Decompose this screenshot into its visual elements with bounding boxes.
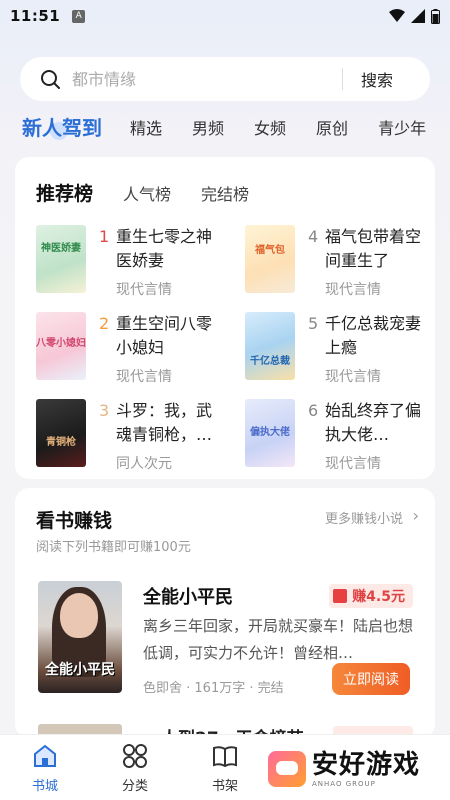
status-bar: 11:51 A <box>0 0 450 32</box>
rank-item[interactable]: 千亿总裁 5 千亿总裁宠妻上瘾 现代言情 <box>245 312 445 392</box>
tab-recommend-rank[interactable]: 推荐榜 <box>36 179 93 206</box>
status-time: 11:51 <box>10 7 61 25</box>
rank-number: 4 <box>308 227 319 246</box>
book-title: 重生空间八零小媳妇 <box>116 314 213 357</box>
ranking-tabs: 推荐榜 人气榜 完结榜 <box>15 157 435 206</box>
red-envelope-icon <box>333 589 348 603</box>
tab-popular-rank[interactable]: 人气榜 <box>123 181 171 205</box>
tab-original[interactable]: 原创 <box>316 115 348 139</box>
featured-book-cover[interactable]: 全能小平民 <box>38 581 122 693</box>
notification-icon: A <box>72 9 86 23</box>
book-cover: 福气包 <box>245 225 295 293</box>
battery-icon <box>431 8 440 24</box>
rank-item[interactable]: 福气包 4 福气包带着空间重生了 现代言情 <box>245 225 445 305</box>
book-cover: 偏执大佬 <box>245 399 295 467</box>
book-cover: 千亿总裁 <box>245 312 295 380</box>
nav-label: 书架 <box>211 779 238 794</box>
earn-title: 看书赚钱 <box>36 510 113 532</box>
more-earn-link[interactable]: 更多赚钱小说 <box>325 508 403 527</box>
tab-youth[interactable]: 青少年 <box>378 115 426 139</box>
ranking-card: 推荐榜 人气榜 完结榜 神医娇妻 1 重生七零之神医娇妻 现代言情 八零小媳妇 … <box>15 157 435 479</box>
tab-female[interactable]: 女频 <box>254 115 286 139</box>
rank-number: 1 <box>99 227 110 246</box>
book-genre: 现代言情 <box>116 369 172 385</box>
book-cover: 神医娇妻 <box>36 225 86 293</box>
rank-number: 6 <box>308 401 319 420</box>
cover-text: 青铜枪 <box>46 437 76 448</box>
tab-finished-rank[interactable]: 完结榜 <box>201 181 249 205</box>
book-title: 千亿总裁宠妻上瘾 <box>325 314 422 357</box>
book-title: 重生七零之神医娇妻 <box>116 227 213 270</box>
nav-category[interactable]: 分类 <box>105 743 165 794</box>
nav-label: 书城 <box>31 779 58 794</box>
book-genre: 现代言情 <box>325 282 381 298</box>
book-icon <box>213 746 237 768</box>
watermark-logo: 安好游戏 ANHAO GROUP <box>268 750 420 788</box>
cover-text: 千亿总裁 <box>250 356 290 367</box>
logo-text: 安好游戏 <box>312 750 421 780</box>
featured-book-title[interactable]: 全能小平民 <box>143 583 233 609</box>
book-genre: 现代言情 <box>325 456 381 472</box>
grid-icon <box>123 744 147 768</box>
book-genre: 现代言情 <box>325 369 381 385</box>
reward-badge: 赚4.5元 <box>329 584 413 608</box>
logo-subtext: ANHAO GROUP <box>312 780 376 788</box>
nav-label: 分类 <box>121 779 148 794</box>
book-title: 福气包带着空间重生了 <box>325 227 422 270</box>
earn-subtitle: 阅读下列书籍即可赚100元 <box>36 540 191 555</box>
tab-featured[interactable]: 精选 <box>130 115 162 139</box>
wifi-icon <box>389 9 405 22</box>
featured-book-description: 离乡三年回家，开局就买豪车！陆启也想低调，可实力不允许！曾经相… <box>143 617 414 662</box>
nav-bookstore[interactable]: 书城 <box>15 743 75 794</box>
rank-item[interactable]: 神医娇妻 1 重生七零之神医娇妻 现代言情 <box>36 225 236 305</box>
book-genre: 同人次元 <box>116 456 172 472</box>
cover-text: 偏执大佬 <box>250 427 290 438</box>
home-icon <box>34 744 56 767</box>
read-now-button[interactable]: 立即阅读 <box>332 663 410 695</box>
search-button[interactable]: 搜索 <box>343 67 411 91</box>
cover-text: 八零小媳妇 <box>36 338 86 349</box>
rank-item[interactable]: 八零小媳妇 2 重生空间八零小媳妇 现代言情 <box>36 312 236 392</box>
cover-text: 福气包 <box>255 245 285 256</box>
channel-tabs: 新人驾到 精选 男频 女频 原创 青少年 <box>22 112 450 141</box>
reward-amount: 赚4.5元 <box>352 589 405 605</box>
book-cover: 青铜枪 <box>36 399 86 467</box>
nav-bookshelf[interactable]: 书架 <box>195 743 255 794</box>
book-title: 斗罗：我，武魂青铜枪，… <box>116 401 213 444</box>
book-genre: 现代言情 <box>116 282 172 298</box>
rank-item[interactable]: 青铜枪 3 斗罗：我，武魂青铜枪，… 同人次元 <box>36 399 236 479</box>
cover-face <box>60 593 98 638</box>
tab-male[interactable]: 男频 <box>192 115 224 139</box>
search-icon <box>41 70 60 89</box>
search-input[interactable] <box>72 69 342 89</box>
rank-number: 3 <box>99 401 110 420</box>
rank-item[interactable]: 偏执大佬 6 始乱终弃了偏执大佬… 现代言情 <box>245 399 445 479</box>
rank-number: 2 <box>99 314 110 333</box>
book-title: 始乱终弃了偏执大佬… <box>325 401 422 444</box>
cover-text: 全能小平民 <box>45 662 115 678</box>
status-icons <box>389 8 440 24</box>
gamepad-icon <box>268 751 306 787</box>
featured-book-meta: 色即舍 · 161万字 · 完结 <box>143 681 284 696</box>
tab-newcomer[interactable]: 新人驾到 <box>22 112 102 141</box>
chevron-right-icon[interactable]: › <box>413 506 419 525</box>
signal-icon <box>411 9 425 23</box>
rank-number: 5 <box>308 314 319 333</box>
book-cover: 八零小媳妇 <box>36 312 86 380</box>
cover-text: 神医娇妻 <box>41 243 81 254</box>
search-bar[interactable]: 搜索 <box>20 57 430 101</box>
earn-card: 看书赚钱 阅读下列书籍即可赚100元 更多赚钱小说 › 全能小平民 全能小平民 … <box>15 488 435 738</box>
